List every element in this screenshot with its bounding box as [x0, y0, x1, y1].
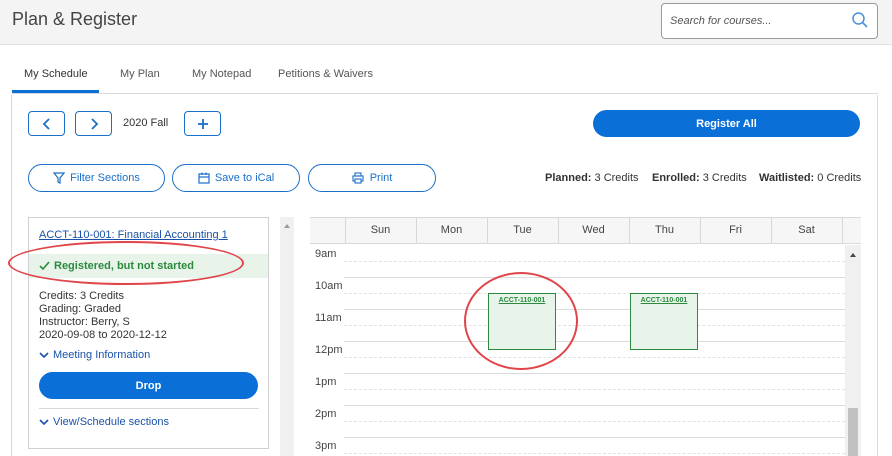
tab-bar: My Schedule My Plan My Notepad Petitions…: [12, 60, 878, 94]
day-mon: Mon: [440, 224, 463, 236]
calendar-event-tue[interactable]: ACCT-110-001: [488, 293, 556, 350]
filter-sections-button[interactable]: Filter Sections: [28, 164, 165, 192]
header-separator: [487, 218, 488, 244]
half-hour-line: [344, 261, 845, 262]
active-tab-indicator: [12, 90, 99, 93]
course-instructor: Instructor: Berry, S: [39, 316, 130, 328]
tab-petitions-waivers[interactable]: Petitions & Waivers: [278, 68, 373, 80]
calendar-scrollbar[interactable]: [845, 245, 861, 456]
event-label: ACCT-110-001: [498, 297, 546, 304]
chevron-right-icon: [90, 117, 98, 130]
hour-label: 12pm: [315, 344, 343, 356]
header-separator: [558, 218, 559, 244]
header-separator: [416, 218, 417, 244]
filter-icon: [53, 172, 66, 184]
chevron-down-icon: [39, 352, 49, 358]
plan-register-page: Plan & Register My Schedule My Plan My N…: [0, 0, 892, 456]
calendar-event-thu[interactable]: ACCT-110-001: [630, 293, 698, 350]
checkmark-icon: [39, 261, 50, 271]
half-hour-line: [344, 293, 845, 294]
day-thu: Thu: [655, 224, 674, 236]
hour-line: [344, 405, 845, 406]
tab-my-plan[interactable]: My Plan: [120, 68, 160, 80]
hour-line: [344, 373, 845, 374]
chevron-down-icon: [39, 419, 49, 425]
header-separator: [771, 218, 772, 244]
previous-term-button[interactable]: [28, 111, 65, 136]
search-input[interactable]: [670, 12, 850, 30]
print-label: Print: [369, 172, 393, 184]
register-all-button[interactable]: Register All: [593, 110, 860, 137]
drop-button[interactable]: Drop: [39, 372, 258, 399]
course-card: ACCT-110-001: Financial Accounting 1 Reg…: [28, 217, 269, 449]
add-term-button[interactable]: [184, 111, 221, 136]
hour-line: [344, 309, 845, 310]
plus-icon: [197, 118, 208, 129]
day-fri: Fri: [729, 224, 742, 236]
waitlisted-credits: Waitlisted: 0 Credits: [759, 172, 862, 184]
status-badge: Registered, but not started: [29, 254, 268, 278]
day-tue: Tue: [513, 224, 532, 236]
course-credits: Credits: 3 Credits: [39, 290, 124, 302]
course-dates: 2020-09-08 to 2020-12-12: [39, 329, 167, 341]
course-grading: Grading: Graded: [39, 303, 121, 315]
status-text: Registered, but not started: [54, 260, 194, 272]
header-separator: [345, 218, 346, 244]
view-schedule-sections-toggle[interactable]: View/Schedule sections: [39, 416, 169, 428]
card-divider: [39, 408, 259, 409]
search-icon[interactable]: [851, 11, 869, 29]
hour-label: 11am: [315, 312, 342, 324]
hour-line: [344, 341, 845, 342]
enrolled-credits: Enrolled: 3 Credits: [652, 172, 747, 184]
header-separator: [629, 218, 630, 244]
hour-label: 10am: [315, 280, 343, 292]
meeting-information-toggle[interactable]: Meeting Information: [39, 349, 150, 361]
search-box[interactable]: [661, 3, 878, 39]
hour-label: 9am: [315, 248, 337, 260]
hour-label: 2pm: [315, 408, 337, 420]
weekly-calendar: Sun Mon Tue Wed Thu Fri Sat 9am 10am 11a…: [310, 217, 861, 456]
half-hour-line: [344, 325, 845, 326]
half-hour-line: [344, 389, 845, 390]
hour-line: [344, 277, 845, 278]
save-to-ical-label: Save to iCal: [214, 172, 275, 184]
planned-credits: Planned: 3 Credits: [545, 172, 639, 184]
filter-sections-label: Filter Sections: [70, 172, 140, 184]
half-hour-line: [344, 357, 845, 358]
print-button[interactable]: Print: [308, 164, 436, 192]
scroll-up-icon[interactable]: [845, 250, 861, 260]
course-title-link[interactable]: ACCT-110-001: Financial Accounting 1: [39, 229, 228, 241]
header-separator: [842, 218, 843, 244]
next-term-button[interactable]: [75, 111, 112, 136]
calendar-grid: 9am 10am 11am 12pm 1pm 2pm 3pm ACCT-110-…: [310, 245, 845, 456]
tab-my-notepad[interactable]: My Notepad: [192, 68, 251, 80]
current-term: 2020 Fall: [123, 117, 169, 129]
event-label: ACCT-110-001: [640, 297, 688, 304]
hour-label: 1pm: [315, 376, 337, 388]
half-hour-line: [344, 453, 845, 454]
page-title: Plan & Register: [12, 9, 138, 29]
scrollbar-thumb[interactable]: [848, 408, 858, 456]
day-wed: Wed: [582, 224, 605, 236]
save-to-ical-button[interactable]: Save to iCal: [172, 164, 300, 192]
half-hour-line: [344, 421, 845, 422]
hour-line: [344, 437, 845, 438]
top-bar: Plan & Register: [0, 0, 892, 45]
day-sun: Sun: [370, 224, 391, 236]
day-sat: Sat: [798, 224, 815, 236]
header-separator: [700, 218, 701, 244]
tab-my-schedule[interactable]: My Schedule: [24, 68, 88, 80]
calendar-header: Sun Mon Tue Wed Thu Fri Sat: [310, 218, 861, 244]
calendar-icon: [198, 172, 210, 184]
printer-icon: [352, 172, 364, 184]
scroll-up-icon[interactable]: [280, 221, 294, 231]
chevron-left-icon: [42, 117, 50, 130]
card-list-scrollbar[interactable]: [280, 217, 294, 456]
hour-label: 3pm: [315, 440, 337, 452]
